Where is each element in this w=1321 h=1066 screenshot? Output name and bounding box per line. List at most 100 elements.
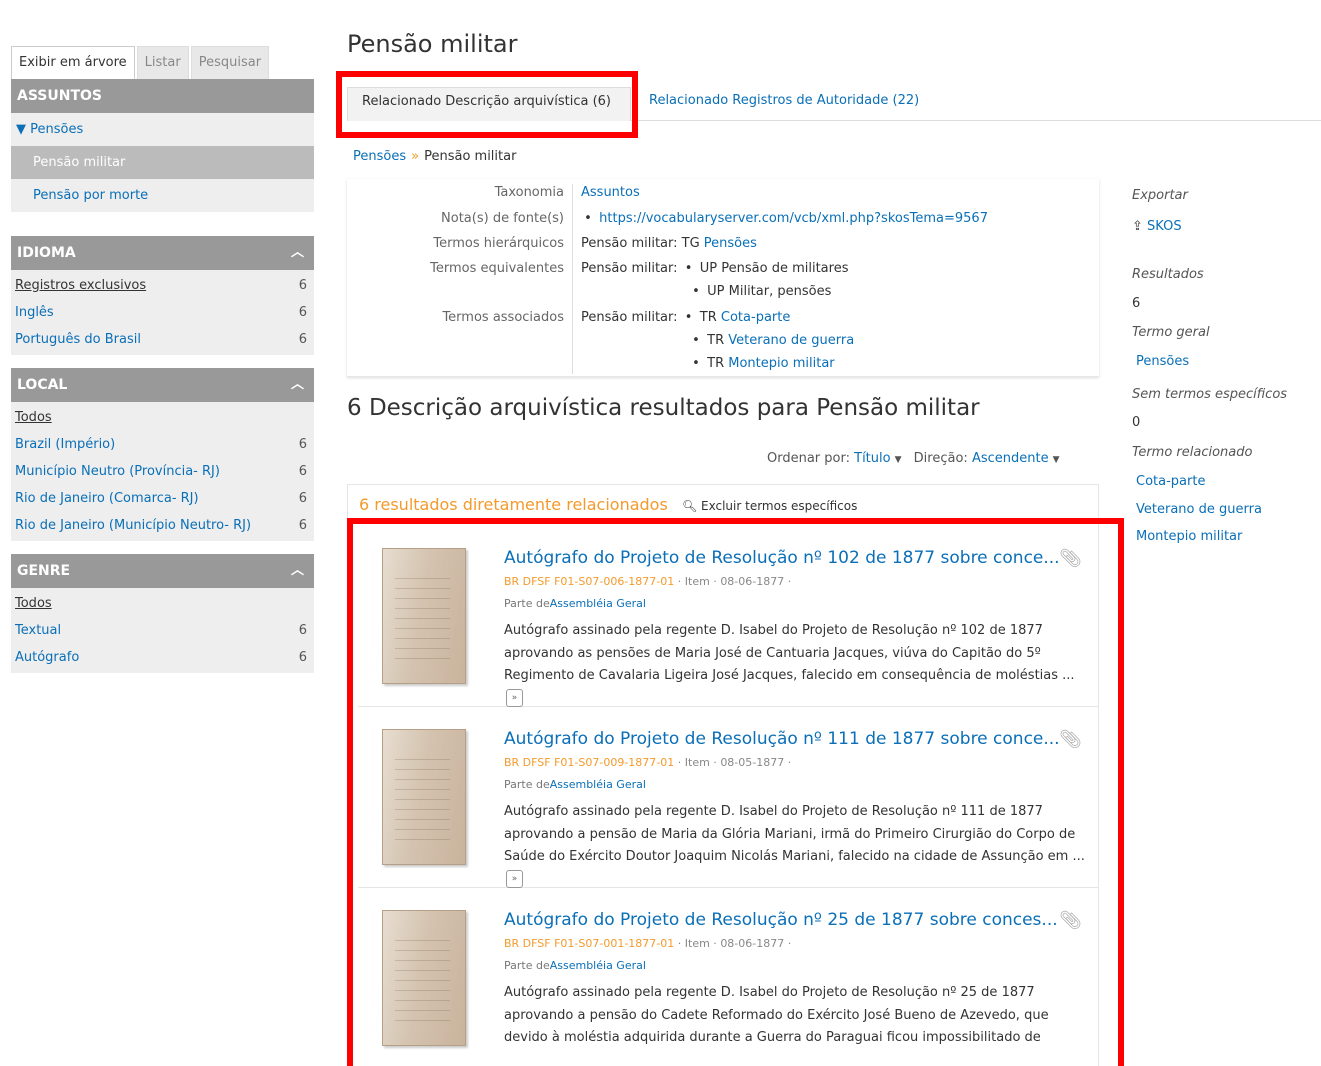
genre-facet: Todos Textual 6 Autógrafo 6 [11,588,314,673]
bullet-icon: • [584,211,592,226]
results-header: 6 resultados diretamente relacionados 🔍︎… [359,495,857,514]
context-menu: Exportar ⇪ SKOS Resultados 6 Termo geral… [1132,188,1312,549]
facet-label: Textual [15,623,62,638]
related-term-link[interactable]: Cota-parte [721,310,790,325]
results-count: 6 [1132,296,1141,311]
facet-row[interactable]: Inglês 6 [11,299,314,326]
facet-row[interactable]: Português do Brasil 6 [11,326,314,353]
facet-label: Todos [15,410,52,425]
field-value: Pensão militar: • UP Pensão de militares [581,261,848,276]
bullet-icon: • [692,356,700,371]
broad-term-link[interactable]: Pensões [1132,354,1312,374]
tree-item-pensao-por-morte[interactable]: Pensão por morte [11,179,314,212]
tree-item-pensoes[interactable]: ▼ Pensões [11,113,314,146]
facet-row[interactable]: Textual 6 [11,617,314,644]
direction-dropdown[interactable]: Ascendente [972,451,1049,466]
breadcrumb: Pensões » Pensão militar [353,149,516,164]
left-sidebar: Exibir em árvore Listar Pesquisar ASSUNT… [11,45,314,673]
facet-label: Autógrafo [15,650,80,665]
sort-bar: Ordenar por: Título ▼ Direção: Ascendente… [767,451,1068,466]
field-value: Pensão militar: • TR Cota-parte [581,310,790,325]
related-term-link[interactable]: Cota-parte [1132,474,1312,494]
facet-row[interactable]: Autógrafo 6 [11,644,314,671]
field-label: Termos hierárquicos [433,236,564,251]
term-prefix: Pensão militar: TG [581,236,704,251]
tr-prefix: TR [699,310,717,325]
field-label: Taxonomia [494,185,564,200]
field-divider [572,184,573,374]
facet-row[interactable]: Todos [11,590,314,617]
facet-count: 6 [298,491,307,506]
export-heading: Exportar [1132,188,1188,203]
bullet-icon: • [684,310,693,325]
chevron-up-icon: ︿ [290,245,304,260]
source-note-link[interactable]: https://vocabularyserver.com/vcb/xml.php… [599,211,988,226]
bullet-icon: • [692,284,700,299]
caret-down-icon[interactable]: ▼ [1053,455,1060,465]
equivalent-term: UP Pensão de militares [699,261,849,276]
tree-item-pensao-militar[interactable]: Pensão militar [11,146,314,179]
sort-label: Ordenar por: [767,451,850,466]
subjects-header: ASSUNTOS [11,79,314,113]
skos-link[interactable]: SKOS [1147,219,1182,234]
facet-row[interactable]: Registros exclusivos 6 [11,272,314,299]
field-value: • TR Veterano de guerra [689,333,854,348]
facet-count: 6 [298,332,307,347]
related-term-link[interactable]: Veterano de guerra [1132,502,1312,522]
facet-label: Português do Brasil [15,332,141,347]
language-facet: Registros exclusivos 6 Inglês 6 Português … [11,270,314,355]
facet-label: Brazil (Império) [15,437,116,452]
related-term-link[interactable]: Montepio militar [728,356,834,371]
term-prefix: Pensão militar: [581,261,678,276]
field-value: Pensão militar: TG Pensões [581,236,757,251]
subjects-tree: ▼ Pensões Pensão militar Pensão por mort… [11,113,314,212]
place-facet-header[interactable]: LOCAL ︿ [11,368,314,402]
results-title: 6 Descrição arquivística resultados para… [347,395,980,421]
highlight-box-results [347,518,1124,1066]
facet-count: 6 [298,650,307,665]
breadcrumb-parent[interactable]: Pensões [353,149,406,164]
results-heading: Resultados [1132,267,1204,282]
genre-facet-header[interactable]: GENRE ︿ [11,554,314,588]
broader-term-link[interactable]: Pensões [704,236,757,251]
facet-row[interactable]: Rio de Janeiro (Comarca- RJ) 6 [11,485,314,512]
narrow-terms-count: 0 [1132,415,1141,430]
facet-label: Todos [15,596,52,611]
exclude-narrower-button[interactable]: 🔍︎ Excluir termos específicos [682,499,857,513]
direction-label: Direção: [913,451,968,466]
tr-prefix: TR [707,356,725,371]
facet-row[interactable]: Município Neutro (Província- RJ) 6 [11,458,314,485]
chevron-up-icon: ︿ [290,563,304,578]
facet-count: 6 [298,437,307,452]
facet-row[interactable]: Todos [11,404,314,431]
taxonomy-link[interactable]: Assuntos [581,185,640,200]
export-skos[interactable]: ⇪ SKOS [1132,219,1312,239]
field-value: • TR Montepio militar [689,356,834,371]
place-facet-title: LOCAL [17,377,68,393]
facet-label: Inglês [15,305,54,320]
sort-dropdown[interactable]: Título [854,451,890,466]
facet-row[interactable]: Rio de Janeiro (Município Neutro- RJ) 6 [11,512,314,539]
facet-count: 6 [298,464,307,479]
genre-facet-title: GENRE [17,563,71,579]
related-term-link[interactable]: Montepio militar [1132,529,1312,549]
facet-row[interactable]: Brazil (Império) 6 [11,431,314,458]
chevron-up-icon: ︿ [290,377,304,392]
term-prefix: Pensão militar: [581,310,678,325]
caret-down-icon[interactable]: ▼ [895,455,902,465]
search-icon: 🔍︎ [681,499,698,513]
tab-search[interactable]: Pesquisar [190,46,270,79]
facet-count: 6 [298,518,307,533]
related-term-link[interactable]: Veterano de guerra [728,333,854,348]
tr-prefix: TR [707,333,725,348]
tab-tree-view[interactable]: Exibir em árvore [11,46,135,79]
tab-related-authority-records[interactable]: Relacionado Registros de Autoridade (22) [649,87,919,121]
tab-list[interactable]: Listar [136,46,189,79]
facet-count [307,404,310,431]
language-facet-header[interactable]: IDIOMA ︿ [11,236,314,270]
field-label: Nota(s) de fonte(s) [441,211,564,226]
field-label: Termos equivalentes [430,261,564,276]
facet-count [307,590,310,617]
highlight-box-tab [336,71,638,138]
field-label: Termos associados [442,310,564,325]
